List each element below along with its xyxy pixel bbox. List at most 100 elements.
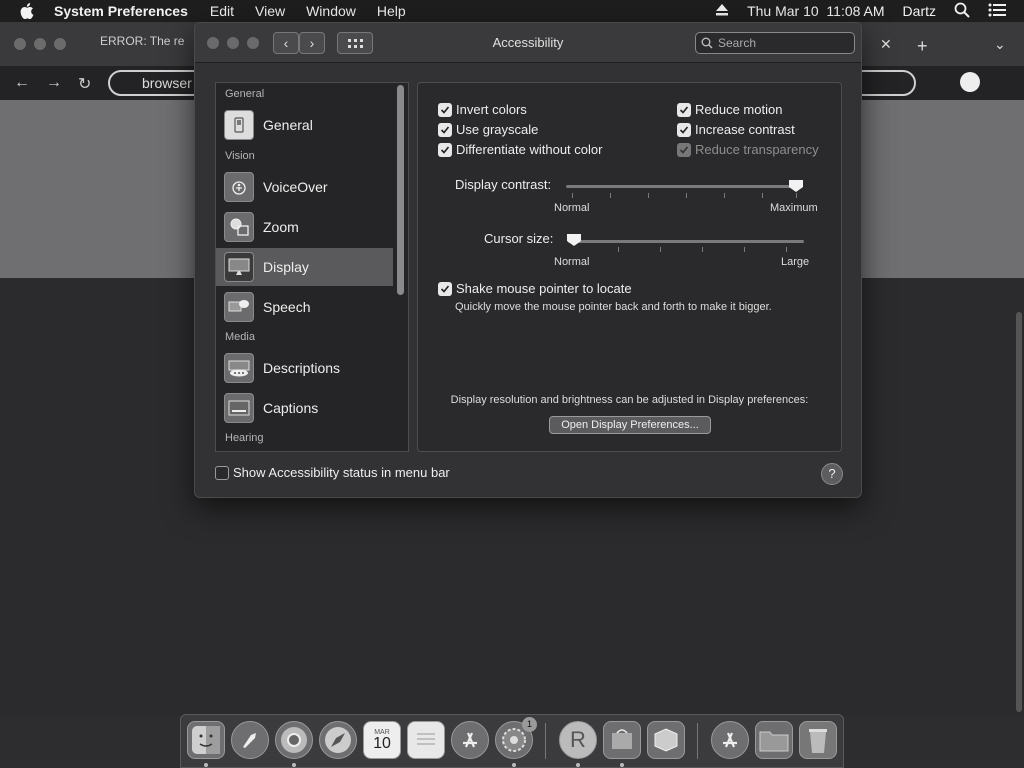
menu-view[interactable]: View — [255, 3, 285, 19]
utility-app-icon[interactable] — [603, 721, 641, 759]
checkmark-icon — [438, 122, 452, 137]
differentiate-without-color-checkbox[interactable]: Differentiate without color — [438, 142, 602, 157]
menu-bar: System Preferences Edit View Window Help… — [0, 0, 1024, 22]
sidebar-item-label: Display — [263, 259, 309, 275]
back-icon[interactable]: ← — [14, 74, 30, 92]
descriptions-icon — [224, 353, 254, 383]
sidebar-item-speech[interactable]: Speech — [216, 288, 393, 326]
invert-colors-checkbox[interactable]: Invert colors — [438, 102, 527, 117]
box-app-icon[interactable] — [647, 721, 685, 759]
apple-menu-icon[interactable] — [16, 0, 38, 22]
page-scrollbar[interactable] — [1016, 312, 1022, 712]
sidebar-item-captions[interactable]: Captions — [216, 389, 393, 427]
sidebar-item-label: Descriptions — [263, 360, 341, 376]
show-status-in-menu-bar-checkbox[interactable]: Show Accessibility status in menu bar — [215, 465, 450, 480]
forward-icon[interactable]: → — [46, 74, 62, 92]
tab-list-chevron-icon[interactable]: ⌄ — [994, 36, 1006, 53]
section-vision: Vision — [225, 150, 255, 162]
dock-separator — [697, 723, 698, 759]
r-app-icon[interactable]: R — [559, 721, 597, 759]
new-tab-icon[interactable]: + — [917, 36, 928, 57]
sidebar-item-label: Captions — [263, 400, 319, 416]
browser-zoom-button[interactable] — [54, 38, 66, 50]
app-store-downloads-icon[interactable] — [711, 721, 749, 759]
app-store-icon[interactable] — [451, 721, 489, 759]
spotlight-search-icon[interactable] — [954, 2, 970, 21]
browser-minimize-button[interactable] — [34, 38, 46, 50]
menu-help[interactable]: Help — [377, 3, 406, 19]
checkbox-label: Show Accessibility status in menu bar — [233, 465, 450, 480]
sidebar-item-voiceover[interactable]: VoiceOver — [216, 168, 393, 206]
preferences-window: ‹ › Accessibility Search General General… — [194, 22, 862, 498]
menu-window[interactable]: Window — [306, 3, 356, 19]
contrast-min-label: Normal — [554, 202, 590, 214]
url-text: browser — [142, 75, 192, 91]
sidebar-scrollbar[interactable] — [397, 85, 404, 295]
checkmark-icon — [438, 142, 452, 157]
slider-knob[interactable] — [566, 233, 582, 247]
downloads-folder-icon[interactable] — [755, 721, 793, 759]
sidebar: General General Vision VoiceOver Zoom Di… — [215, 82, 409, 452]
sidebar-item-label: Speech — [263, 299, 311, 315]
system-preferences-icon[interactable]: 1 — [495, 717, 537, 759]
sidebar-item-label: VoiceOver — [263, 179, 328, 195]
sidebar-item-label: General — [263, 117, 313, 133]
browser-tab[interactable]: ERROR: The re — [100, 34, 184, 48]
checkmark-icon — [438, 102, 452, 117]
sidebar-item-label: Zoom — [263, 219, 299, 235]
display-contrast-label: Display contrast: — [455, 177, 552, 192]
increase-contrast-checkbox[interactable]: Increase contrast — [677, 122, 795, 137]
speech-icon — [224, 292, 254, 322]
profile-avatar[interactable] — [960, 72, 980, 92]
launchpad-icon[interactable] — [231, 721, 269, 759]
dock: MAR 10 1 R — [180, 714, 844, 768]
help-button[interactable]: ? — [821, 463, 843, 485]
tab-close-icon[interactable]: ✕ — [880, 36, 892, 53]
checkmark-icon — [438, 281, 452, 296]
app-menu[interactable]: System Preferences — [54, 3, 188, 19]
eject-icon[interactable] — [715, 3, 729, 19]
sidebar-item-display[interactable]: Display — [216, 248, 393, 286]
search-placeholder: Search — [718, 36, 757, 50]
notification-badge: 1 — [522, 717, 537, 732]
reduce-motion-checkbox[interactable]: Reduce motion — [677, 102, 782, 117]
sidebar-item-zoom[interactable]: Zoom — [216, 208, 393, 246]
dock-separator — [545, 723, 546, 759]
notes-icon[interactable] — [407, 721, 445, 759]
notification-center-icon[interactable] — [988, 3, 1006, 20]
chrome-icon[interactable] — [275, 721, 313, 759]
voiceover-icon — [224, 172, 254, 202]
search-field[interactable]: Search — [695, 32, 855, 54]
browser-close-button[interactable] — [14, 38, 26, 50]
display-icon — [224, 252, 254, 282]
slider-knob[interactable] — [788, 179, 804, 193]
menubar-clock[interactable]: Thu Mar 10 11:08 AM — [747, 3, 884, 19]
resolution-note: Display resolution and brightness can be… — [450, 394, 809, 406]
checkbox-label: Differentiate without color — [456, 142, 603, 157]
switch-icon — [224, 110, 254, 140]
trash-icon[interactable] — [799, 721, 837, 759]
shake-to-locate-checkbox[interactable]: Shake mouse pointer to locate — [438, 281, 632, 296]
checkmark-icon — [677, 122, 691, 137]
reload-icon[interactable]: ↻ — [78, 74, 91, 94]
checkmark-icon — [677, 102, 691, 117]
sidebar-item-descriptions[interactable]: Descriptions — [216, 349, 393, 387]
display-panel: Invert colors Use grayscale Differentiat… — [417, 82, 842, 452]
checkbox-label: Reduce transparency — [695, 142, 819, 157]
menubar-user[interactable]: Dartz — [903, 3, 936, 19]
checkbox-label: Invert colors — [456, 102, 527, 117]
safari-icon[interactable] — [319, 721, 357, 759]
shake-description: Quickly move the mouse pointer back and … — [455, 301, 772, 313]
sidebar-item-general[interactable]: General — [216, 106, 393, 144]
finder-icon[interactable] — [187, 721, 225, 759]
unchecked-box — [215, 465, 229, 480]
checkbox-label: Reduce motion — [695, 102, 783, 117]
calendar-icon[interactable]: MAR 10 — [363, 721, 401, 759]
use-grayscale-checkbox[interactable]: Use grayscale — [438, 122, 538, 137]
cursor-size-label: Cursor size: — [484, 231, 554, 246]
cursor-min-label: Normal — [554, 256, 590, 268]
window-titlebar: ‹ › Accessibility Search — [195, 23, 861, 63]
checkbox-label: Shake mouse pointer to locate — [456, 281, 632, 296]
menu-edit[interactable]: Edit — [210, 3, 234, 19]
open-display-preferences-button[interactable]: Open Display Preferences... — [549, 416, 711, 434]
